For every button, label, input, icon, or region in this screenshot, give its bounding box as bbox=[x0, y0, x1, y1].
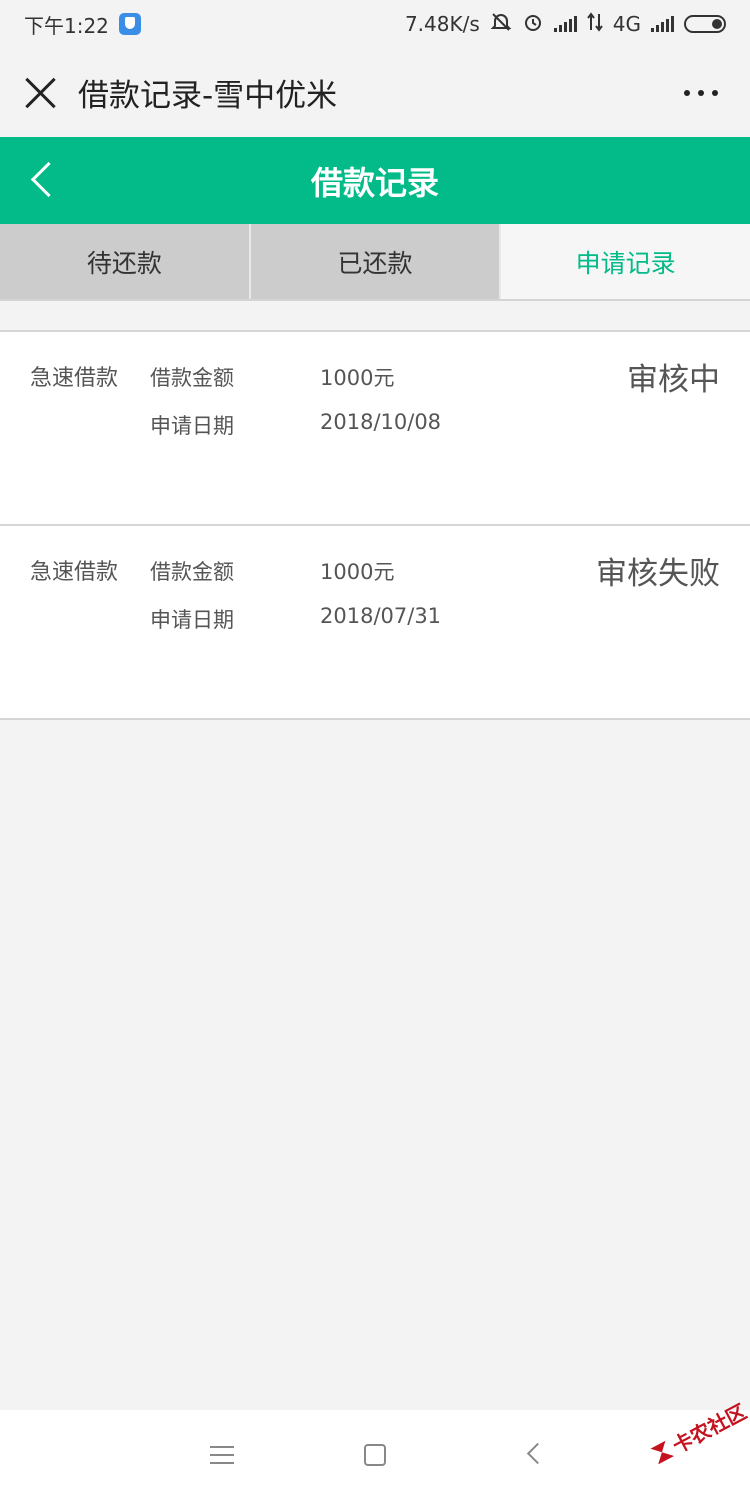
menu-icon[interactable] bbox=[207, 1440, 237, 1470]
date-value: 2018/10/08 bbox=[320, 410, 442, 434]
status-badge: 审核中 bbox=[627, 362, 720, 398]
network-speed: 7.48K/s bbox=[404, 12, 480, 36]
app-header: 借款记录 bbox=[0, 137, 750, 224]
security-shield-icon bbox=[118, 13, 141, 35]
system-nav-bar bbox=[0, 1410, 750, 1500]
amount-label: 借款金额 bbox=[150, 366, 234, 390]
list-item[interactable]: 急速借款 借款金额 1000元 申请日期 2018/10/08 审核中 bbox=[0, 330, 750, 524]
date-label: 申请日期 bbox=[150, 608, 234, 632]
status-time: 下午1:22 bbox=[24, 13, 109, 38]
tab-pending-repayment[interactable]: 待还款 bbox=[0, 224, 249, 299]
amount-label: 借款金额 bbox=[150, 560, 234, 584]
back-arrow-icon[interactable] bbox=[22, 157, 68, 203]
data-arrows-icon bbox=[586, 11, 603, 37]
signal-icon bbox=[553, 16, 577, 32]
date-value: 2018/07/31 bbox=[320, 604, 442, 628]
list-item[interactable]: 急速借款 借款金额 1000元 申请日期 2018/07/31 审核失败 bbox=[0, 524, 750, 720]
header-title: 借款记录 bbox=[310, 163, 439, 202]
home-square-icon[interactable] bbox=[360, 1440, 390, 1470]
page-title: 借款记录-雪中优米 bbox=[78, 78, 338, 114]
record-list: 急速借款 借款金额 1000元 申请日期 2018/10/08 审核中 急速借款… bbox=[0, 330, 750, 720]
back-chevron-icon[interactable] bbox=[518, 1440, 548, 1470]
status-bar: 下午1:22 7.48K/s 4G bbox=[0, 0, 750, 48]
tab-application-records[interactable]: 申请记录 bbox=[499, 224, 750, 299]
battery-icon bbox=[684, 15, 726, 33]
close-icon[interactable] bbox=[22, 75, 58, 111]
amount-value: 1000元 bbox=[320, 560, 395, 584]
mute-bell-icon bbox=[490, 11, 512, 38]
tab-repaid[interactable]: 已还款 bbox=[248, 224, 500, 299]
status-badge: 审核失败 bbox=[596, 556, 720, 592]
network-type: 4G bbox=[612, 12, 641, 36]
date-label: 申请日期 bbox=[150, 414, 234, 438]
record-tabs: 待还款 已还款 申请记录 bbox=[0, 224, 750, 301]
loan-type: 急速借款 bbox=[30, 560, 119, 585]
signal-icon-2 bbox=[651, 16, 674, 32]
amount-value: 1000元 bbox=[320, 366, 395, 390]
alarm-clock-icon bbox=[522, 11, 544, 38]
loan-type: 急速借款 bbox=[30, 366, 119, 391]
webview-title-bar: 借款记录-雪中优米 bbox=[0, 48, 750, 137]
more-options-icon[interactable] bbox=[674, 80, 728, 106]
